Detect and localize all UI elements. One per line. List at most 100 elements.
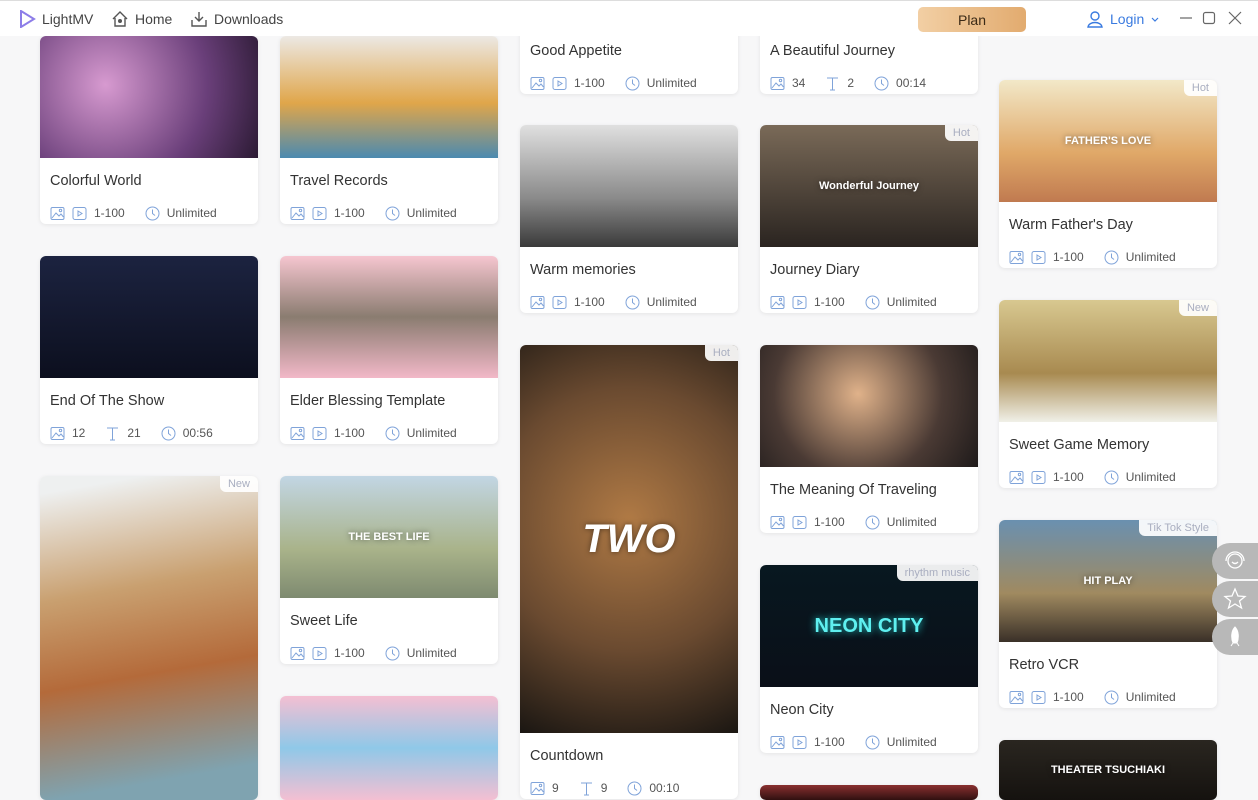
template-card[interactable]: THE BEST LIFE Sweet Life 1-100 Unlimited bbox=[280, 476, 498, 664]
template-card[interactable]: THEATER TSUCHIAKI bbox=[999, 740, 1217, 800]
template-card[interactable] bbox=[760, 785, 978, 800]
meta-value: Unlimited bbox=[1125, 470, 1176, 484]
plan-button[interactable]: Plan bbox=[918, 7, 1026, 32]
support-button[interactable] bbox=[1212, 543, 1258, 579]
template-card[interactable] bbox=[280, 696, 498, 800]
meta-group: Unlimited bbox=[1104, 250, 1176, 265]
clock-icon bbox=[161, 426, 176, 441]
template-card[interactable]: NEON CITY rhythm music Neon City 1-100 Unlim… bbox=[760, 565, 978, 753]
template-card[interactable]: FATHER'S LOVE Hot Warm Father's Day 1-100 Un… bbox=[999, 80, 1217, 268]
template-thumbnail[interactable]: TWO Hot bbox=[520, 345, 738, 733]
template-thumbnail[interactable] bbox=[40, 36, 258, 158]
meta-group: Unlimited bbox=[865, 735, 937, 750]
template-card[interactable]: Wonderful Journey Hot Journey Diary 1-100 Un… bbox=[760, 125, 978, 313]
template-thumbnail[interactable] bbox=[520, 125, 738, 247]
meta-value: 1-100 bbox=[814, 515, 845, 529]
chevron-down-icon bbox=[1151, 17, 1159, 22]
template-card[interactable]: New bbox=[40, 476, 258, 800]
template-card[interactable]: New Sweet Game Memory 1-100 Unlimited bbox=[999, 300, 1217, 488]
template-thumbnail[interactable]: FATHER'S LOVE Hot bbox=[999, 80, 1217, 202]
video-icon bbox=[1031, 250, 1046, 265]
video-icon bbox=[552, 76, 567, 91]
meta-value: Unlimited bbox=[886, 735, 937, 749]
template-meta: 1-100 Unlimited bbox=[999, 240, 1217, 268]
meta-value: 1-100 bbox=[1053, 250, 1084, 264]
template-thumbnail[interactable] bbox=[280, 36, 498, 158]
video-icon bbox=[1031, 690, 1046, 705]
template-badge: New bbox=[1178, 300, 1217, 316]
template-card[interactable]: HIT PLAY Tik Tok Style Retro VCR 1-100 Unlim… bbox=[999, 520, 1217, 708]
app-name: LightMV bbox=[42, 11, 94, 27]
meta-group: 1-100 bbox=[290, 646, 365, 661]
video-icon bbox=[1031, 470, 1046, 485]
template-badge: New bbox=[219, 476, 258, 492]
template-meta: 1-100 Unlimited bbox=[999, 680, 1217, 708]
template-meta: 34 2 00:14 bbox=[760, 66, 978, 94]
clock-icon bbox=[1104, 690, 1119, 705]
template-thumbnail[interactable]: THE BEST LIFE bbox=[280, 476, 498, 598]
image-icon bbox=[530, 295, 545, 310]
template-thumbnail[interactable]: NEON CITY rhythm music bbox=[760, 565, 978, 687]
template-thumbnail[interactable] bbox=[280, 696, 498, 800]
nav-home-label: Home bbox=[135, 11, 173, 27]
video-icon bbox=[792, 295, 807, 310]
thumbnail-caption: FATHER'S LOVE bbox=[1064, 135, 1152, 147]
template-meta: 12 21 00:56 bbox=[40, 416, 258, 444]
clock-icon bbox=[865, 515, 880, 530]
nav-home[interactable]: Home bbox=[111, 10, 172, 28]
template-thumbnail[interactable]: New bbox=[40, 476, 258, 800]
template-thumbnail[interactable] bbox=[760, 785, 978, 800]
meta-value: 1-100 bbox=[814, 735, 845, 749]
image-icon bbox=[1009, 690, 1024, 705]
template-thumbnail[interactable]: THEATER TSUCHIAKI bbox=[999, 740, 1217, 800]
meta-value: 34 bbox=[792, 76, 806, 90]
close-icon[interactable] bbox=[1228, 11, 1242, 25]
meta-value: Unlimited bbox=[166, 206, 217, 220]
template-meta: 9 9 00:10 bbox=[520, 771, 738, 799]
template-title: Travel Records bbox=[290, 173, 388, 189]
meta-value: 1-100 bbox=[1053, 470, 1084, 484]
meta-group: 1-100 bbox=[50, 206, 125, 221]
template-card[interactable]: The Meaning Of Traveling 1-100 Unlimited bbox=[760, 345, 978, 533]
minimize-icon[interactable] bbox=[1179, 11, 1193, 25]
template-thumbnail[interactable]: New bbox=[999, 300, 1217, 422]
template-card[interactable]: End Of The Show 12 21 00:56 bbox=[40, 256, 258, 444]
meta-value: Unlimited bbox=[886, 515, 937, 529]
template-card[interactable]: Elder Blessing Template 1-100 Unlimited bbox=[280, 256, 498, 444]
clock-icon bbox=[1104, 470, 1119, 485]
template-card[interactable]: Travel Records 1-100 Unlimited bbox=[280, 36, 498, 224]
nav-downloads[interactable]: Downloads bbox=[190, 10, 283, 28]
video-icon bbox=[792, 515, 807, 530]
meta-group: 9 bbox=[579, 781, 607, 796]
template-thumbnail[interactable]: Wonderful Journey Hot bbox=[760, 125, 978, 247]
video-icon bbox=[72, 206, 87, 221]
template-thumbnail[interactable] bbox=[280, 256, 498, 378]
image-icon bbox=[530, 76, 545, 91]
template-title: The Meaning Of Traveling bbox=[770, 482, 937, 498]
template-badge: Hot bbox=[704, 345, 738, 361]
thumbnail-caption: TWO bbox=[582, 516, 676, 561]
template-card[interactable]: TWO Hot Countdown 9 9 00:10 bbox=[520, 345, 738, 799]
template-thumbnail[interactable]: HIT PLAY Tik Tok Style bbox=[999, 520, 1217, 642]
image-icon bbox=[290, 206, 305, 221]
template-thumbnail[interactable] bbox=[40, 256, 258, 378]
meta-group: Unlimited bbox=[1104, 470, 1176, 485]
clock-icon bbox=[145, 206, 160, 221]
favorites-button[interactable] bbox=[1212, 581, 1258, 617]
maximize-icon[interactable] bbox=[1202, 11, 1216, 25]
login-button[interactable]: Login bbox=[1086, 10, 1160, 28]
template-thumbnail[interactable] bbox=[760, 345, 978, 467]
template-card[interactable]: Warm memories 1-100 Unlimited bbox=[520, 125, 738, 313]
meta-value: Unlimited bbox=[1125, 250, 1176, 264]
meta-value: 1-100 bbox=[1053, 690, 1084, 704]
clock-icon bbox=[874, 76, 889, 91]
template-card[interactable]: Colorful World 1-100 Unlimited bbox=[40, 36, 258, 224]
image-icon bbox=[770, 515, 785, 530]
star-icon bbox=[1223, 587, 1247, 610]
template-meta: 1-100 Unlimited bbox=[520, 66, 738, 94]
template-title: Warm Father's Day bbox=[1009, 217, 1133, 233]
boost-button[interactable] bbox=[1212, 619, 1258, 655]
meta-group: 1-100 bbox=[770, 295, 845, 310]
video-icon bbox=[312, 426, 327, 441]
support-icon bbox=[1225, 551, 1245, 569]
